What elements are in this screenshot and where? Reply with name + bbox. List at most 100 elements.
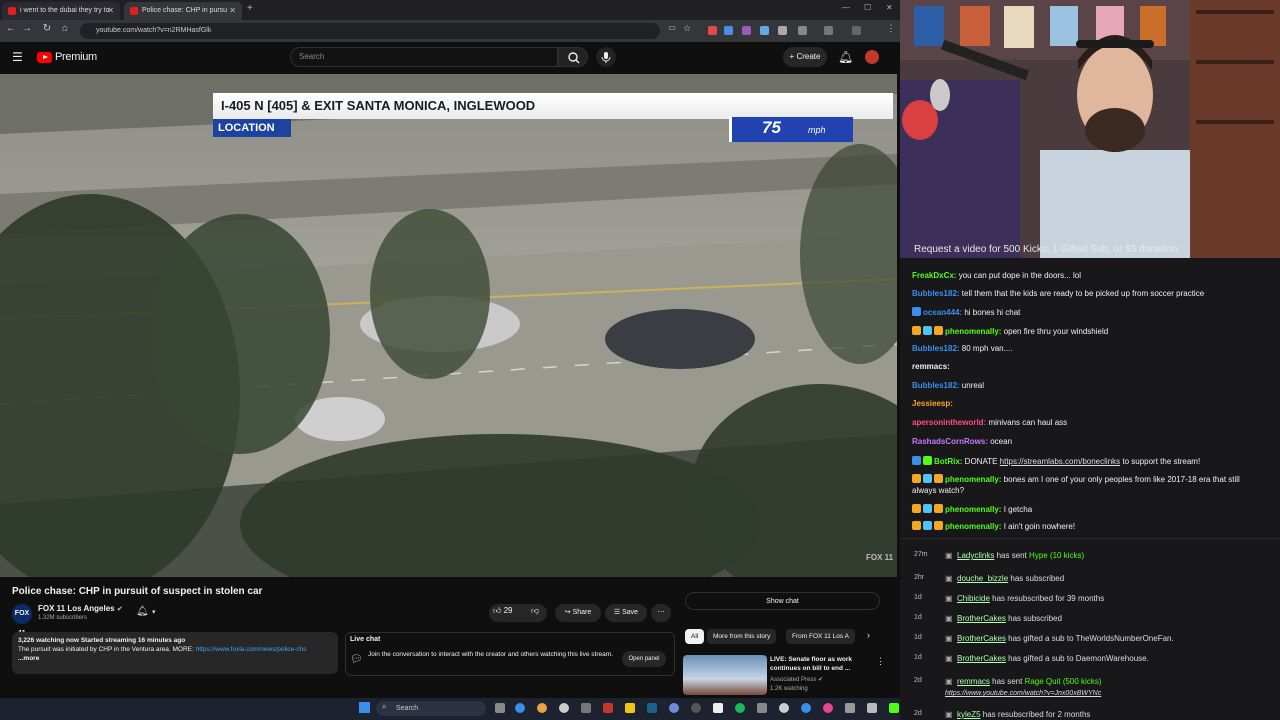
chip-all[interactable]: All: [685, 629, 705, 644]
browser-tab-active[interactable]: Police chase: CHP in pursu ✕: [124, 2, 242, 20]
event-username[interactable]: BrotherCakes: [957, 654, 1006, 663]
extensions-puzzle-icon[interactable]: [798, 26, 807, 35]
app-icon[interactable]: [603, 703, 613, 713]
channel-name[interactable]: FOX 11 Los Angeles ✔: [38, 604, 123, 613]
extension-icon[interactable]: [778, 26, 787, 35]
app-icon[interactable]: [801, 703, 811, 713]
youtube-premium-label[interactable]: Premium: [55, 51, 97, 63]
show-more-link[interactable]: ...more: [18, 654, 332, 663]
hamburger-menu-icon[interactable]: ☰: [12, 50, 23, 64]
subscribe-bell-icon[interactable]: 🔔︎: [136, 606, 149, 617]
taskbar-search[interactable]: Search: [376, 701, 486, 716]
kick-icon[interactable]: [889, 703, 899, 713]
notifications-bell-icon[interactable]: 🔔︎: [838, 50, 853, 64]
open-panel-button[interactable]: Open panel: [622, 651, 666, 667]
search-input[interactable]: Search: [290, 47, 558, 67]
app-icon[interactable]: [823, 703, 833, 713]
event-username[interactable]: douche_bizzle: [957, 574, 1008, 583]
event-username[interactable]: Ladyclinks: [957, 551, 994, 560]
save-button[interactable]: ☰ Save: [605, 604, 647, 622]
chat-username[interactable]: phenomenally:: [945, 475, 1004, 484]
extension-icon[interactable]: [742, 26, 751, 35]
app-icon[interactable]: [867, 703, 877, 713]
address-bar[interactable]: youtube.com/watch?v=n2RMHasfGlk: [80, 23, 660, 39]
app-icon[interactable]: [713, 703, 723, 713]
chat-username[interactable]: FreakDxCx:: [912, 271, 959, 280]
chat-username[interactable]: ocean444:: [923, 308, 964, 317]
close-window-icon[interactable]: ✕: [886, 3, 893, 12]
chat-username[interactable]: phenomenally:: [945, 505, 1004, 514]
chat-username[interactable]: apersonintheworld:: [912, 418, 988, 427]
app-icon[interactable]: [581, 703, 591, 713]
spotify-icon[interactable]: [735, 703, 745, 713]
event-username[interactable]: kyleZ5: [957, 710, 981, 719]
chat-username[interactable]: phenomenally:: [945, 522, 1004, 531]
description-link[interactable]: https://www.foxla.com/news/police-chs: [196, 646, 307, 653]
minimize-icon[interactable]: —: [842, 3, 850, 12]
profile-icon[interactable]: [852, 26, 861, 35]
share-button[interactable]: ↪ Share: [555, 604, 601, 622]
search-button[interactable]: [558, 47, 588, 67]
channel-avatar[interactable]: FOX 11: [12, 604, 32, 637]
event-username[interactable]: BrotherCakes: [957, 614, 1006, 623]
chevron-right-icon[interactable]: ›: [867, 630, 870, 640]
new-tab-icon[interactable]: +: [247, 3, 253, 14]
create-button[interactable]: + Create: [783, 47, 827, 67]
chat-username[interactable]: Jessieesp:: [912, 399, 953, 408]
forward-icon[interactable]: →: [20, 23, 34, 34]
reload-icon[interactable]: ↻: [40, 23, 54, 34]
browser-tab[interactable]: i went to the dubai they try to ✕: [2, 2, 120, 20]
windows-start-icon[interactable]: [359, 702, 370, 713]
menu-dots-icon[interactable]: ⋮: [884, 23, 898, 34]
extension-icon[interactable]: [760, 26, 769, 35]
file-explorer-icon[interactable]: [625, 703, 635, 713]
more-actions-icon[interactable]: ⋯: [651, 604, 671, 622]
chip-from-fox11[interactable]: From FOX 11 Los A: [786, 629, 855, 644]
sidebar-icon[interactable]: [824, 26, 833, 35]
chat-username[interactable]: BotRix:: [934, 457, 965, 466]
app-icon[interactable]: [779, 703, 789, 713]
taskview-icon[interactable]: [495, 703, 505, 713]
home-icon[interactable]: ⌂: [58, 23, 72, 34]
related-video-thumbnail[interactable]: [683, 655, 767, 695]
chat-username[interactable]: Bubbles182:: [912, 289, 962, 298]
app-icon[interactable]: [691, 703, 701, 713]
event-username[interactable]: BrotherCakes: [957, 634, 1006, 643]
account-avatar[interactable]: [865, 50, 879, 64]
extension-icon[interactable]: [724, 26, 733, 35]
steam-icon[interactable]: [647, 703, 657, 713]
app-icon[interactable]: [559, 703, 569, 713]
chat-username[interactable]: RashadsCornRows:: [912, 437, 990, 446]
chat-username[interactable]: Bubbles182:: [912, 344, 962, 353]
maximize-icon[interactable]: ☐: [864, 3, 871, 12]
dislike-button[interactable]: 👎︎: [531, 606, 539, 616]
extension-icon[interactable]: [708, 26, 717, 35]
app-icon[interactable]: [757, 703, 767, 713]
youtube-logo-icon[interactable]: [37, 52, 52, 63]
close-tab-icon[interactable]: ✕: [229, 2, 236, 20]
chat-link[interactable]: https://streamlabs.com/boneclinks: [1000, 457, 1121, 466]
event-username[interactable]: remmacs: [957, 677, 990, 686]
related-video-title[interactable]: LIVE: Senate floor as work continues on …: [770, 655, 880, 673]
close-tab-icon[interactable]: ✕: [107, 2, 114, 20]
discord-icon[interactable]: [669, 703, 679, 713]
voice-search-button[interactable]: [596, 47, 616, 67]
video-player[interactable]: [0, 74, 897, 577]
show-chat-button[interactable]: Show chat: [685, 592, 880, 610]
app-icon[interactable]: [845, 703, 855, 713]
chat-username[interactable]: Bubbles182:: [912, 381, 962, 390]
like-button[interactable]: 👍︎ 29: [493, 606, 513, 616]
cast-icon[interactable]: ▭: [665, 23, 679, 32]
chrome-icon[interactable]: [537, 703, 547, 713]
description-box[interactable]: 3,226 watching now Started streaming 16 …: [12, 632, 338, 674]
chevron-down-icon[interactable]: ▾: [152, 608, 156, 616]
event-username[interactable]: Chibicide: [957, 594, 990, 603]
chip-more-from-story[interactable]: More from this story: [707, 629, 777, 644]
edge-icon[interactable]: [515, 703, 525, 713]
chat-username[interactable]: phenomenally:: [945, 327, 1004, 336]
related-more-icon[interactable]: ⋮: [876, 656, 885, 667]
back-icon[interactable]: ←: [4, 23, 18, 34]
chat-username[interactable]: remmacs:: [912, 362, 950, 371]
bookmark-star-icon[interactable]: ☆: [680, 23, 694, 34]
event-link[interactable]: https://www.youtube.com/watch?v=Jnx00xBW…: [945, 690, 1101, 697]
